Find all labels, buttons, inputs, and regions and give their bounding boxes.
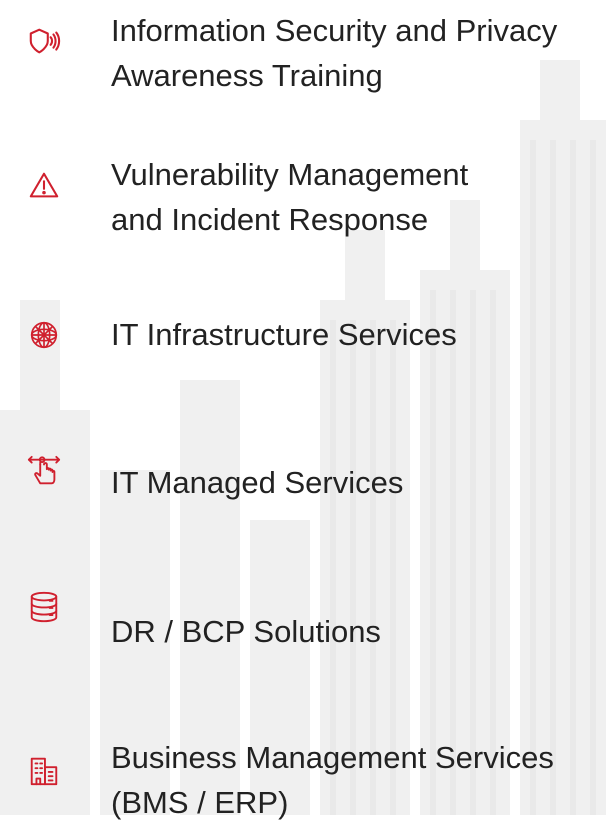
shield-signal-icon [24, 22, 64, 62]
network-sphere-icon [24, 315, 64, 355]
service-label: IT Infrastructure Services [111, 317, 457, 352]
services-list: Information Security and Privacy Awarene… [0, 0, 606, 820]
database-icon [24, 587, 64, 627]
service-label: Vulnerability Management and Incident Re… [111, 157, 469, 237]
office-building-icon [24, 751, 64, 791]
hand-pointer-icon [24, 452, 64, 492]
service-label: IT Managed Services [111, 465, 404, 500]
service-label: DR / BCP Solutions [111, 614, 381, 649]
warning-triangle-icon [24, 166, 64, 206]
service-label: Business Management Services (BMS / ERP) [111, 740, 554, 820]
service-label: Information Security and Privacy Awarene… [111, 13, 558, 93]
